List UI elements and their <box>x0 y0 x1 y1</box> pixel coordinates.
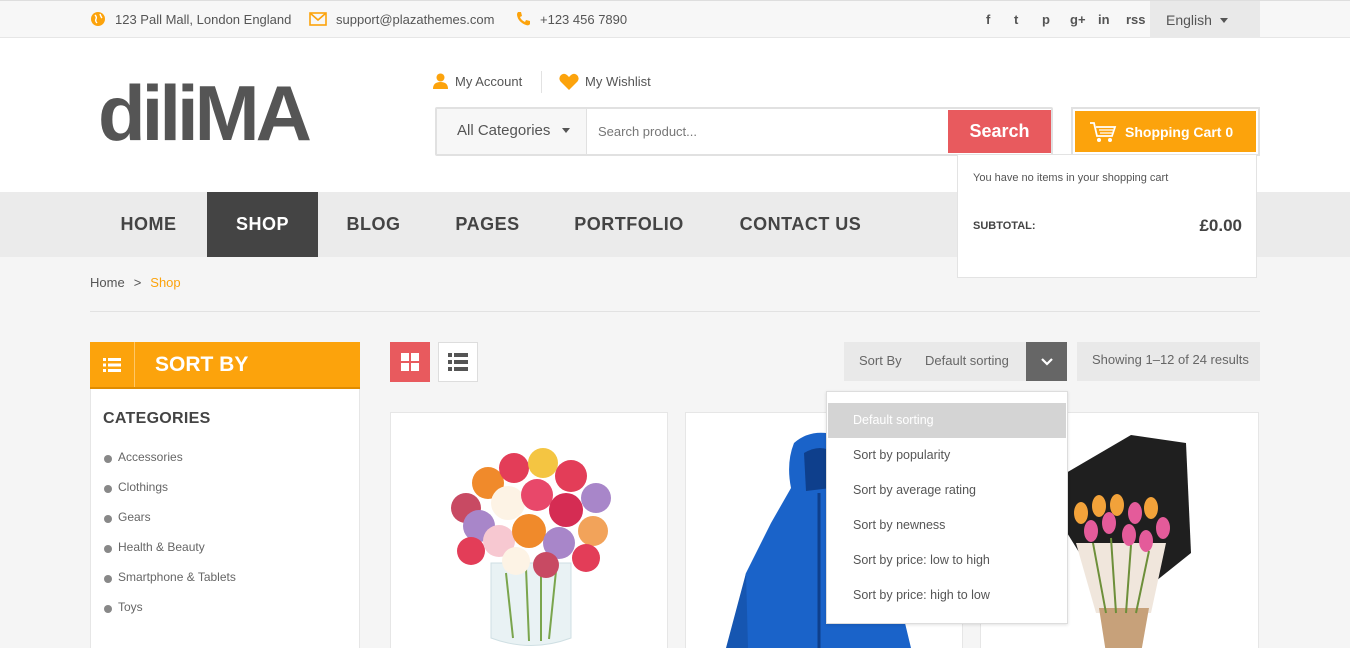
category-label[interactable]: Accessories <box>118 450 183 464</box>
sort-option-price-asc[interactable]: Sort by price: low to high <box>828 543 1066 578</box>
address-text: 123 Pall Mall, London England <box>115 11 292 27</box>
product-card[interactable] <box>390 412 668 648</box>
categories-widget: CATEGORIES Accessories Clothings Gears H… <box>90 389 360 648</box>
phone-text: +123 456 7890 <box>540 11 628 27</box>
category-select-value: All Categories <box>457 122 551 139</box>
breadcrumb: Home > Shop <box>90 275 181 290</box>
header-divider <box>541 71 542 93</box>
logo-text: diliMA <box>98 78 311 150</box>
logo[interactable]: diliMA <box>98 78 358 150</box>
email-info[interactable]: support@plazathemes.com <box>309 11 494 27</box>
bullet-icon <box>104 485 112 493</box>
bullet-icon <box>104 575 112 583</box>
social-links: f t p g+ in rss <box>986 12 1154 27</box>
top-bar: 123 Pall Mall, London England support@pl… <box>0 0 1350 38</box>
bullet-icon <box>104 605 112 613</box>
caret-down-icon <box>1219 18 1228 23</box>
bullet-icon <box>104 455 112 463</box>
category-label[interactable]: Gears <box>118 510 151 524</box>
sort-by-header: SORT BY <box>90 342 360 389</box>
category-select[interactable]: All Categories <box>437 109 587 154</box>
twitter-icon[interactable]: t <box>1014 12 1042 27</box>
facebook-icon[interactable]: f <box>986 12 1014 27</box>
pinterest-icon[interactable]: p <box>1042 12 1070 27</box>
breadcrumb-current: Shop <box>150 275 181 290</box>
category-label[interactable]: Health & Beauty <box>118 540 205 554</box>
category-label[interactable]: Clothings <box>118 480 168 494</box>
shopping-cart-inner: Shopping Cart 0 <box>1075 111 1256 152</box>
category-item[interactable]: Accessories <box>103 450 236 480</box>
shopping-cart-button[interactable]: Shopping Cart 0 <box>1071 107 1260 156</box>
search-form: All Categories Search <box>435 107 1053 156</box>
my-wishlist-link[interactable]: My Wishlist <box>559 73 651 90</box>
sort-label: Sort By <box>859 353 902 368</box>
nav-shop[interactable]: SHOP <box>207 192 318 257</box>
search-input[interactable] <box>587 109 947 154</box>
chevron-down-icon[interactable] <box>1026 342 1067 381</box>
nav-home[interactable]: HOME <box>90 192 207 257</box>
sort-option-default[interactable]: Default sorting <box>828 403 1066 438</box>
category-item[interactable]: Clothings <box>103 480 236 510</box>
shopping-cart-label: Shopping Cart 0 <box>1125 123 1234 140</box>
nav-pages[interactable]: PAGES <box>429 192 546 257</box>
sort-option-newness[interactable]: Sort by newness <box>828 508 1066 543</box>
language-select[interactable]: English <box>1150 1 1260 38</box>
results-count: Showing 1–12 of 24 results <box>1077 342 1260 381</box>
category-item[interactable]: Health & Beauty <box>103 540 236 570</box>
nav-contact-us[interactable]: CONTACT US <box>712 192 889 257</box>
bullet-icon <box>104 515 112 523</box>
list-icon <box>90 342 135 387</box>
nav-blog[interactable]: BLOG <box>318 192 429 257</box>
subtotal-label: SUBTOTAL: <box>973 220 1036 232</box>
grid-icon <box>401 353 419 371</box>
language-value: English <box>1166 12 1212 28</box>
cart-dropdown: You have no items in your shopping cart … <box>957 154 1257 278</box>
envelope-icon <box>309 12 327 26</box>
address-info: 123 Pall Mall, London England <box>90 11 291 27</box>
categories-title: CATEGORIES <box>103 410 211 427</box>
phone-info: +123 456 7890 <box>515 11 627 27</box>
my-wishlist-label: My Wishlist <box>585 74 651 89</box>
google-plus-icon[interactable]: g+ <box>1070 12 1098 27</box>
category-item[interactable]: Toys <box>103 600 236 630</box>
sort-option-popularity[interactable]: Sort by popularity <box>828 438 1066 473</box>
sort-value: Default sorting <box>925 353 1009 368</box>
breadcrumb-home[interactable]: Home <box>90 275 125 290</box>
rose-bouquet-image[interactable] <box>391 413 668 648</box>
list-view-button[interactable] <box>438 342 478 382</box>
nav-portfolio[interactable]: PORTFOLIO <box>546 192 712 257</box>
caret-down-icon <box>562 128 571 133</box>
sort-select[interactable]: Sort By Default sorting <box>844 342 1067 381</box>
category-item[interactable]: Smartphone & Tablets <box>103 570 236 600</box>
sort-dropdown-menu: Default sorting Sort by popularity Sort … <box>826 391 1068 624</box>
sort-by-title: SORT BY <box>155 353 249 376</box>
cart-empty-message: You have no items in your shopping cart <box>973 172 1169 184</box>
my-account-link[interactable]: My Account <box>433 73 522 89</box>
linkedin-icon[interactable]: in <box>1098 12 1126 27</box>
user-icon <box>433 73 448 89</box>
sort-option-rating[interactable]: Sort by average rating <box>828 473 1066 508</box>
sort-option-price-desc[interactable]: Sort by price: high to low <box>828 578 1066 613</box>
divider <box>90 311 1260 312</box>
categories-list: Accessories Clothings Gears Health & Bea… <box>103 450 236 630</box>
heart-icon <box>559 73 579 90</box>
category-label[interactable]: Toys <box>118 600 143 614</box>
list-icon <box>448 353 468 371</box>
category-label[interactable]: Smartphone & Tablets <box>118 570 236 584</box>
bullet-icon <box>104 545 112 553</box>
grid-view-button[interactable] <box>390 342 430 382</box>
cart-icon <box>1090 121 1117 142</box>
globe-icon <box>91 12 105 26</box>
search-button[interactable]: Search <box>948 110 1051 153</box>
category-item[interactable]: Gears <box>103 510 236 540</box>
phone-icon <box>517 12 530 26</box>
email-text[interactable]: support@plazathemes.com <box>336 12 494 27</box>
my-account-label: My Account <box>455 73 523 89</box>
subtotal-value: £0.00 <box>1199 216 1242 235</box>
breadcrumb-separator: > <box>133 275 142 290</box>
